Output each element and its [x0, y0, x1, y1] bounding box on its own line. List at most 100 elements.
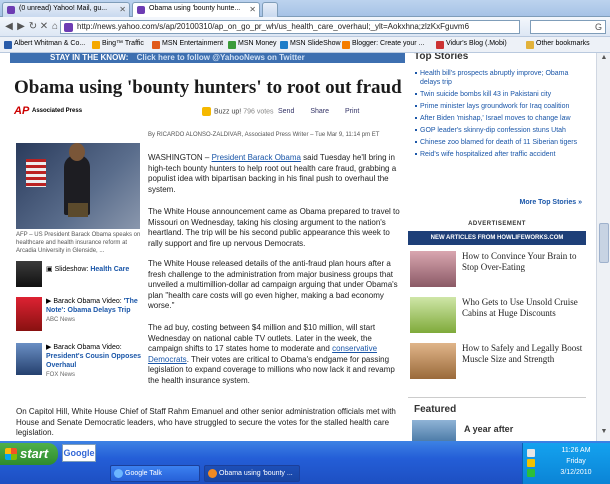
ad-item[interactable]: How to Convince Your Brain to Stop Over-… [408, 249, 586, 289]
bookmark-item[interactable]: MSN Entertainment [152, 40, 223, 49]
article-toolbar: AP Associated Press Buzz up! 796 votes S… [14, 105, 404, 121]
scroll-up-icon[interactable]: ▲ [598, 54, 610, 66]
bookmark-icon [152, 41, 160, 49]
related-thumbnail[interactable] [16, 261, 42, 287]
send-button[interactable]: Send [278, 108, 294, 115]
bookmark-item[interactable]: Bing™ Traffic [92, 40, 144, 49]
bookmark-item[interactable]: MSN SlideShow [280, 40, 341, 49]
ad-banner[interactable]: NEW ARTICLES FROM HOWLIFEWORKS.COM [408, 231, 586, 245]
bookmark-item[interactable]: Blogger: Create your ... [342, 40, 424, 49]
buzz-up-button[interactable]: Buzz up! 796 votes [202, 107, 274, 116]
ad-image[interactable] [410, 343, 456, 379]
taskbar-window-browser[interactable]: Obama using 'bounty ... [204, 465, 300, 482]
bookmark-icon [92, 41, 100, 49]
volume-icon[interactable] [527, 459, 535, 467]
story-link[interactable]: Chinese zoo blamed for death of 11 Siber… [415, 138, 586, 147]
scrollbar-thumb[interactable] [599, 223, 609, 263]
paragraph: The White House announcement came as Oba… [148, 207, 400, 248]
navigation-bar: ◀ ▶ ↻ ✕ ⌂ http://news.yahoo.com/s/ap/201… [0, 17, 610, 37]
search-engine-box[interactable]: G [530, 20, 606, 34]
related-item[interactable]: ▣ Slideshow: Health Care [16, 261, 146, 289]
twitter-link[interactable]: Click here to follow @YahooNews on Twitt… [137, 53, 305, 62]
related-item[interactable]: ▶ Barack Obama Video: 'The Note': Obama … [16, 297, 146, 337]
bookmarks-bar: Albert Whitman & Co... Bing™ Traffic MSN… [0, 37, 610, 53]
story-link[interactable]: After Biden 'mishap,' Israel moves to ch… [415, 114, 586, 123]
more-top-stories-link[interactable]: More Top Stories » [520, 199, 583, 206]
story-link[interactable]: Health bill's prospects abruptly improve… [415, 69, 586, 87]
close-tab-icon[interactable]: ✕ [119, 5, 126, 14]
address-bar[interactable]: http://news.yahoo.com/s/ap/20100310/ap_o… [60, 20, 520, 34]
featured-link[interactable]: A year after [464, 424, 513, 434]
print-button[interactable]: Print [345, 108, 359, 115]
share-tools: Send Share Print [278, 108, 373, 115]
article-photo[interactable] [16, 143, 140, 229]
featured-section: Featured A year after [408, 397, 586, 441]
ad-item[interactable]: Who Gets to Use Unsold Cruise Cabins at … [408, 295, 586, 335]
source-name: Associated Press [32, 108, 83, 114]
featured-thumbnail[interactable] [412, 420, 456, 441]
flag-shape [26, 159, 46, 187]
close-tab-icon[interactable]: ✕ [249, 5, 256, 14]
article-headline: Obama using 'bounty hunters' to root out… [14, 77, 402, 98]
related-link[interactable]: President's Cousin Opposes Overhaul [46, 353, 141, 369]
photo-caption: AFP – US President Barack Obama speaks o… [16, 232, 141, 254]
related-thumbnail[interactable] [16, 343, 42, 375]
clock[interactable]: 11:26 AM Friday 3/12/2010 [546, 445, 606, 478]
stay-label: STAY IN THE KNOW: [50, 53, 129, 62]
speaker-head [69, 143, 85, 161]
paragraph: The ad buy, costing between $4 million a… [148, 323, 395, 385]
ad-text[interactable]: How to Convince Your Brain to Stop Over-… [462, 251, 584, 273]
scroll-down-icon[interactable]: ▼ [598, 428, 610, 440]
system-tray: 11:26 AM Friday 3/12/2010 [522, 443, 610, 484]
ad-text[interactable]: Who Gets to Use Unsold Cruise Cabins at … [462, 297, 584, 319]
yahoo-mail-favicon-icon [7, 6, 15, 14]
vertical-scrollbar[interactable]: ▲ ▼ [596, 53, 610, 441]
tab-label: Obama using 'bounty hunte... [149, 5, 241, 12]
new-tab-button[interactable] [262, 2, 278, 17]
tab-bar: (0 unread) Yahoo! Mail, gu... ✕ Obama us… [0, 0, 610, 17]
story-link[interactable]: Prime minister lays groundwork for Iraq … [415, 102, 586, 111]
tab-yahoo-mail[interactable]: (0 unread) Yahoo! Mail, gu... ✕ [2, 2, 130, 17]
story-link[interactable]: Twin suicide bombs kill 43 in Pakistani … [415, 90, 586, 99]
ad-image[interactable] [410, 297, 456, 333]
tab-label: (0 unread) Yahoo! Mail, gu... [19, 5, 108, 12]
start-button[interactable]: start [0, 443, 58, 465]
yahoo-favicon-icon [137, 6, 145, 14]
page-content: STAY IN THE KNOW: Click here to follow @… [0, 53, 610, 441]
tab-article[interactable]: Obama using 'bounty hunte... ✕ [132, 2, 260, 17]
vote-count: 796 votes [243, 108, 274, 116]
network-icon[interactable] [527, 449, 535, 457]
share-button[interactable]: Share [310, 108, 329, 115]
podium-shape [68, 203, 88, 217]
google-deskbar[interactable]: Google [62, 444, 96, 462]
related-link[interactable]: Health Care [90, 266, 129, 273]
bookmark-icon [280, 41, 288, 49]
story-link[interactable]: GOP leader's skinny-dip confession stuns… [415, 126, 586, 135]
featured-title: Featured [414, 404, 457, 415]
security-icon[interactable] [527, 469, 535, 477]
buzz-icon [202, 107, 211, 116]
taskbar-window-google-talk[interactable]: Google Talk [110, 465, 200, 482]
bookmark-icon [228, 41, 236, 49]
byline: By RICARDO ALONSO-ZALDIVAR, Associated P… [148, 132, 380, 138]
bookmark-item[interactable]: Other bookmarks [526, 40, 590, 49]
bookmark-item[interactable]: Vidur's Blog (.Mobi) [436, 40, 507, 49]
obama-link[interactable]: President Barack Obama [212, 153, 301, 162]
taskbar: start Google Google Talk Obama using 'bo… [0, 441, 610, 484]
story-link[interactable]: Reid's wife hospitalized after traffic a… [415, 150, 586, 159]
related-item[interactable]: ▶ Barack Obama Video: President's Cousin… [16, 343, 146, 383]
clock-time: 11:26 AM [561, 447, 591, 454]
bookmark-icon [436, 41, 444, 49]
clock-date: 3/12/2010 [560, 469, 592, 476]
windows-logo-icon [5, 448, 17, 460]
ad-text[interactable]: How to Safely and Legally Boost Muscle S… [462, 343, 584, 365]
url-text: http://news.yahoo.com/s/ap/20100310/ap_o… [77, 22, 470, 31]
bookmark-item[interactable]: MSN Money [228, 40, 277, 49]
ad-item[interactable]: How to Safely and Legally Boost Muscle S… [408, 341, 586, 381]
bookmark-item[interactable]: Albert Whitman & Co... [4, 40, 85, 49]
ad-image[interactable] [410, 251, 456, 287]
google-icon: G [594, 22, 602, 32]
related-thumbnail[interactable] [16, 297, 42, 331]
twitter-banner[interactable]: STAY IN THE KNOW: Click here to follow @… [10, 53, 405, 63]
slideshow-icon: ▣ [46, 266, 55, 273]
